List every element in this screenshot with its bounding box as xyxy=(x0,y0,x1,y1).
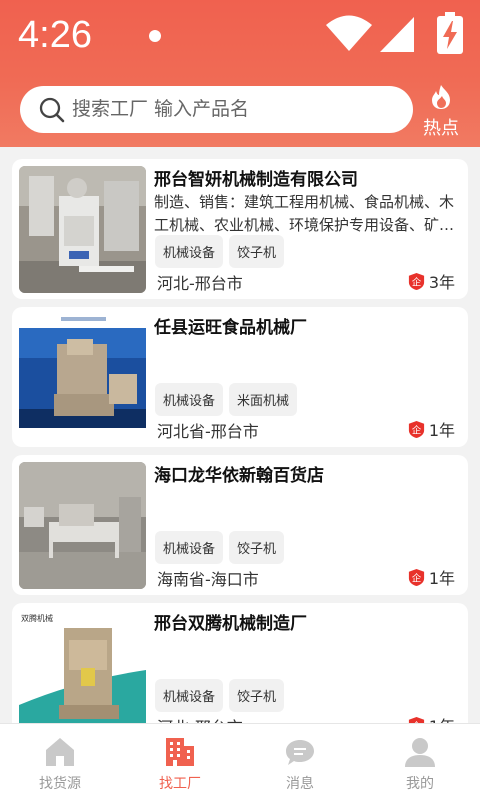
factory-list[interactable]: 邢台智妍机械制造有限公司 制造、销售：建筑工程用机械、食品机械、木 工机械、农业… xyxy=(0,147,480,723)
tab-label: 消息 xyxy=(286,776,314,792)
enterprise-badge-icon: 企 xyxy=(408,272,424,290)
factory-card[interactable]: 双腾机械 邢台双腾机械制造厂 机械设备 饺子机 河北-邢台市 企 1年 xyxy=(12,603,468,723)
years-label: 1年 xyxy=(429,713,455,723)
hot-button[interactable]: 热点 xyxy=(418,84,464,140)
factory-icon xyxy=(166,738,194,766)
description-line: 制造、销售：建筑工程用机械、食品机械、木 xyxy=(154,193,455,211)
category-tag[interactable]: 机械设备 xyxy=(155,235,224,268)
category-tag[interactable]: 米面机械 xyxy=(229,383,298,416)
enterprise-years: 企 3年 xyxy=(407,269,455,293)
enterprise-years: 企 1年 xyxy=(407,417,455,441)
category-tag[interactable]: 机械设备 xyxy=(155,679,224,712)
factory-name[interactable]: 邢台智妍机械制造有限公司 xyxy=(154,165,358,190)
factory-location: 河北-邢台市 xyxy=(157,714,243,723)
hot-label: 热点 xyxy=(423,118,459,139)
search-bar[interactable] xyxy=(20,86,413,133)
enterprise-years: 企 1年 xyxy=(407,713,455,723)
tab-find-factory[interactable]: 找工厂 xyxy=(120,724,240,800)
tab-messages[interactable]: 消息 xyxy=(240,724,360,800)
factory-location: 河北省-邢台市 xyxy=(157,422,259,441)
signal-icon xyxy=(380,17,414,52)
factory-name[interactable]: 邢台双腾机械制造厂 xyxy=(154,609,307,634)
tab-me[interactable]: 我的 xyxy=(360,724,480,800)
tag-list: 机械设备 饺子机 xyxy=(155,679,285,712)
battery-charging-icon xyxy=(437,12,463,54)
svg-text:企: 企 xyxy=(412,572,422,584)
description-line: 工机械、农业机械、环境保护专用设备、矿山... xyxy=(154,216,464,234)
factory-card[interactable]: 任县运旺食品机械厂 机械设备 米面机械 河北省-邢台市 企 1年 xyxy=(12,307,468,447)
factory-image[interactable] xyxy=(19,166,146,293)
search-input[interactable] xyxy=(72,94,402,124)
tab-label: 我的 xyxy=(406,776,434,792)
category-tag[interactable]: 饺子机 xyxy=(229,235,285,268)
wifi-icon xyxy=(326,15,372,51)
factory-name[interactable]: 海口龙华依新翰百货店 xyxy=(154,461,324,486)
factory-card[interactable]: 邢台智妍机械制造有限公司 制造、销售：建筑工程用机械、食品机械、木 工机械、农业… xyxy=(12,159,468,299)
years-label: 1年 xyxy=(428,421,455,440)
tag-list: 机械设备 饺子机 xyxy=(155,235,285,268)
tab-label: 找工厂 xyxy=(159,776,201,792)
category-tag[interactable]: 机械设备 xyxy=(155,531,224,564)
tab-label: 找货源 xyxy=(39,776,81,792)
factory-description: 制造、销售：建筑工程用机械、食品机械、木 工机械、农业机械、环境保护专用设备、矿… xyxy=(154,191,464,237)
factory-card[interactable]: 海口龙华依新翰百货店 机械设备 饺子机 海南省-海口市 企 1年 xyxy=(12,455,468,595)
factory-image[interactable]: 双腾机械 xyxy=(19,610,146,723)
flame-icon xyxy=(432,85,450,109)
header: 4:26 热点 xyxy=(0,0,480,147)
category-tag[interactable]: 饺子机 xyxy=(229,531,285,564)
image-caption: 双腾机械 xyxy=(21,613,53,623)
factory-location: 海南省-海口市 xyxy=(157,570,259,589)
tag-list: 机械设备 米面机械 xyxy=(155,383,298,416)
search-icon xyxy=(39,97,65,123)
tab-find-goods[interactable]: 找货源 xyxy=(0,724,120,800)
years-label: 1年 xyxy=(428,569,455,588)
years-label: 3年 xyxy=(428,273,455,292)
status-time: 4:26 xyxy=(18,14,92,56)
notification-dot xyxy=(149,30,161,42)
factory-name[interactable]: 任县运旺食品机械厂 xyxy=(154,313,307,338)
enterprise-years: 企 1年 xyxy=(407,565,455,589)
enterprise-badge-icon: 企 xyxy=(408,568,424,586)
category-tag[interactable]: 机械设备 xyxy=(155,383,224,416)
factory-image[interactable] xyxy=(19,314,146,441)
tag-list: 机械设备 饺子机 xyxy=(155,531,285,564)
enterprise-badge-icon: 企 xyxy=(408,716,424,723)
bottom-tab-bar: 找货源 找工厂 消息 我的 xyxy=(0,723,480,800)
factory-location: 河北-邢台市 xyxy=(157,274,243,293)
svg-text:企: 企 xyxy=(412,276,422,288)
enterprise-badge-icon: 企 xyxy=(408,420,424,438)
svg-text:企: 企 xyxy=(412,424,422,436)
category-tag[interactable]: 饺子机 xyxy=(229,679,285,712)
factory-image[interactable] xyxy=(19,462,146,589)
message-icon xyxy=(286,740,314,765)
user-icon xyxy=(405,738,435,767)
home-icon xyxy=(46,738,74,766)
